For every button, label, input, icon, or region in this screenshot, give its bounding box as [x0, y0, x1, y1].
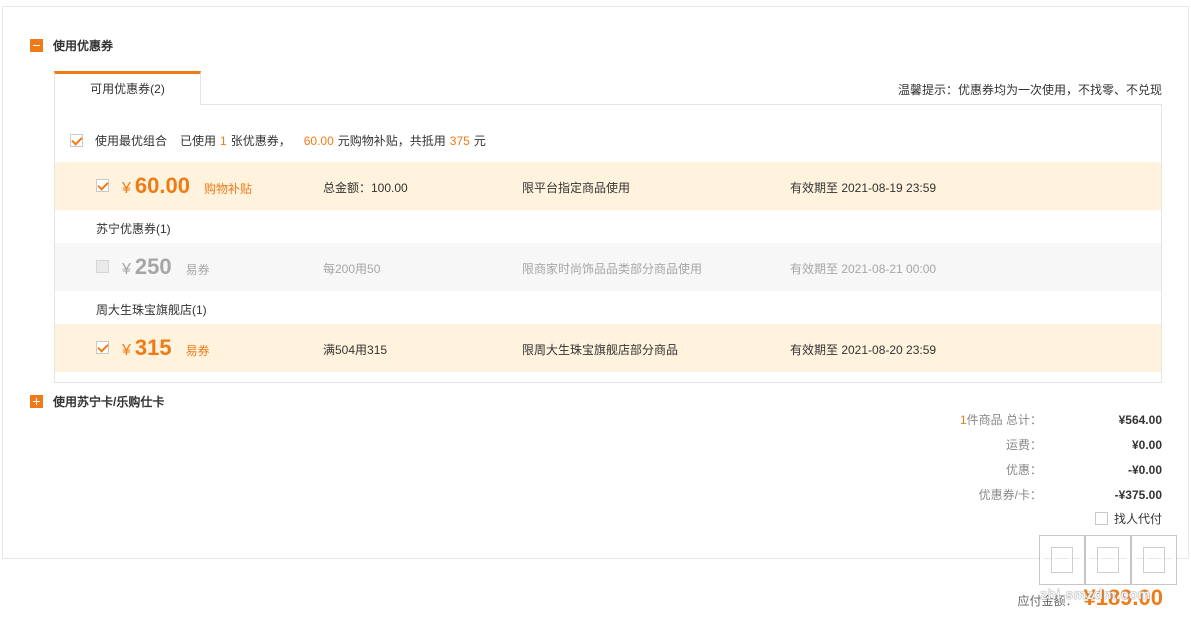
coupon-list-box: 使用最优组合 已使用 1 张优惠券， 60.00 元购物补贴，共抵用 375 元… — [54, 104, 1162, 383]
coupon-section-toggle[interactable]: 使用优惠券 — [30, 37, 113, 54]
best-combo-row: 使用最优组合 已使用 1 张优惠券， 60.00 元购物补贴，共抵用 375 元 — [70, 132, 486, 149]
used-count: 1 — [220, 133, 227, 148]
summary-row-total: 1件商品 总计： ¥564.00 — [862, 410, 1162, 435]
proxy-pay[interactable]: 找人代付 — [1094, 510, 1162, 527]
watermark-glyph — [1085, 535, 1131, 585]
coupon-limit: 限周大生珠宝旗舰店部分商品 — [522, 343, 679, 357]
coupon-row[interactable]: ¥ 60.00 购物补贴 总金额：100.00 限平台指定商品使用 有效期至 2… — [55, 162, 1161, 210]
currency-symbol: ¥ — [122, 180, 131, 197]
coupon-tip: 温馨提示：优惠券均为一次使用，不找零、不兑现 — [897, 83, 1162, 97]
items-total: ¥564.00 — [1118, 413, 1162, 427]
coupon-desc: 满504用315 — [323, 343, 388, 357]
coupon-type: 购物补贴 — [203, 182, 252, 196]
coupon-limit: 限商家时尚饰品品类部分商品使用 — [522, 262, 703, 276]
shipping-value: ¥0.00 — [1131, 438, 1162, 452]
coupon-value: 60.00 — [134, 173, 190, 198]
coupon-expire: 有效期至 2021-08-20 23:59 — [790, 343, 937, 357]
coupon-type: 易券 — [185, 344, 210, 358]
currency-symbol: ¥ — [122, 261, 131, 278]
proxy-pay-label: 找人代付 — [1113, 512, 1162, 526]
coupon-expire: 有效期至 2021-08-19 23:59 — [790, 181, 937, 195]
used-prefix: 已使用 — [180, 134, 217, 148]
collapse-minus-icon[interactable] — [30, 39, 43, 52]
proxy-pay-checkbox[interactable] — [1094, 512, 1108, 525]
best-combo-label: 使用最优组合 — [95, 134, 168, 148]
coupon-section-title: 使用优惠券 — [53, 39, 114, 53]
shipping-label: 运费： — [1005, 438, 1042, 452]
discount-label: 优惠： — [1005, 463, 1042, 477]
coupon-type: 易券 — [185, 263, 210, 277]
currency-symbol: ¥ — [122, 342, 131, 359]
group-label-suning: 苏宁优惠券(1) — [96, 222, 171, 236]
coupon-amount: ¥ 60.00 购物补贴 — [122, 173, 252, 199]
coupon-limit: 限平台指定商品使用 — [522, 181, 631, 195]
summary-row-shipping: 运费： ¥0.00 — [862, 435, 1162, 460]
coupon-desc: 总金额：100.00 — [323, 181, 408, 195]
items-label: 件商品 总计： — [966, 413, 1042, 427]
coupon-expire: 有效期至 2021-08-21 00:00 — [790, 262, 937, 276]
coupon-row[interactable]: ¥ 315 易券 满504用315 限周大生珠宝旗舰店部分商品 有效期至 202… — [55, 324, 1161, 372]
summary-row-discount: 优惠： -¥0.00 — [862, 460, 1162, 485]
coupon-checkbox[interactable] — [96, 341, 109, 354]
coupon-checkbox[interactable] — [96, 179, 109, 192]
summary-row-coupon: 优惠券/卡： -¥375.00 — [862, 485, 1162, 510]
group-label-store: 周大生珠宝旗舰店(1) — [96, 303, 207, 317]
subsidy-amount: 60.00 — [303, 133, 334, 148]
subsidy-suffix: 元购物补贴，共抵用 — [337, 134, 446, 148]
total-offset: 375 — [449, 133, 470, 148]
order-summary: 1件商品 总计： ¥564.00 运费： ¥0.00 优惠： -¥0.00 优惠… — [862, 410, 1162, 510]
used-unit: 张优惠券， — [230, 134, 291, 148]
total-unit: 元 — [473, 134, 486, 148]
watermark-text: zhi.smzdm.com — [1040, 586, 1151, 602]
coupon-amount: ¥ 315 易券 — [122, 335, 210, 361]
tab-available-coupons[interactable]: 可用优惠券(2) — [54, 71, 201, 105]
card-section-toggle[interactable]: 使用苏宁卡/乐购仕卡 — [30, 393, 164, 410]
discount-value: -¥0.00 — [1127, 463, 1162, 477]
card-section-title: 使用苏宁卡/乐购仕卡 — [53, 395, 165, 409]
coupon-card-label: 优惠券/卡： — [978, 488, 1042, 502]
coupon-value: 315 — [134, 335, 172, 360]
coupon-card-value: -¥375.00 — [1114, 488, 1162, 502]
coupon-row: ¥ 250 易券 每200用50 限商家时尚饰品品类部分商品使用 有效期至 20… — [55, 243, 1161, 291]
watermark-glyph — [1131, 535, 1177, 585]
watermark-logo: zhi.smzdm.com — [1039, 535, 1185, 617]
coupon-amount: ¥ 250 易券 — [122, 254, 210, 280]
best-combo-checkbox[interactable] — [70, 134, 83, 147]
coupon-desc: 每200用50 — [323, 262, 381, 276]
watermark-glyph — [1039, 535, 1085, 585]
expand-plus-icon[interactable] — [30, 395, 43, 408]
coupon-checkbox[interactable] — [96, 260, 109, 273]
items-count: 1 — [959, 413, 967, 427]
coupon-value: 250 — [134, 254, 172, 279]
